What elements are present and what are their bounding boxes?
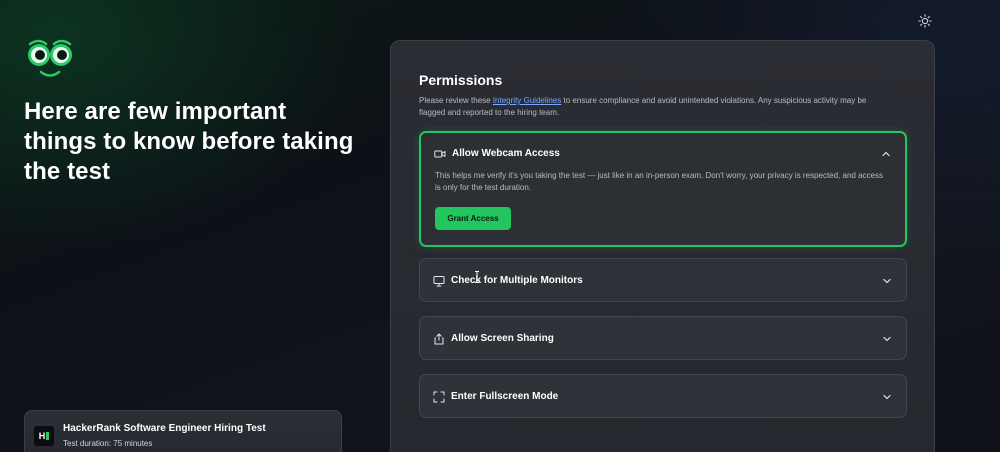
accordion-webcam-access: Allow Webcam Access This helps me verify…	[419, 131, 907, 247]
accordion-monitors-header[interactable]: Check for Multiple Monitors	[420, 259, 906, 303]
webcam-icon	[434, 150, 446, 158]
accordion-fullscreen-mode: Enter Fullscreen Mode	[419, 374, 907, 418]
test-duration: Test duration: 75 minutes	[63, 439, 153, 448]
share-icon	[434, 333, 444, 345]
chevron-up-icon[interactable]	[881, 149, 891, 159]
accordion-fullscreen-header[interactable]: Enter Fullscreen Mode	[420, 375, 906, 419]
accordion-webcam-label: Allow Webcam Access	[452, 148, 560, 159]
grant-access-button[interactable]: Grant Access	[435, 207, 511, 230]
permissions-panel: Permissions Please review these Integrit…	[390, 40, 935, 452]
chevron-down-icon[interactable]	[882, 392, 892, 402]
mascot-logo-icon	[28, 39, 72, 77]
text-cursor-icon	[475, 271, 479, 283]
sun-icon[interactable]	[918, 14, 932, 28]
test-title: HackerRank Software Engineer Hiring Test	[63, 423, 266, 434]
permissions-description: Please review these Integrity Guidelines…	[419, 96, 867, 117]
page-headline: Here are few important things to know be…	[24, 98, 354, 185]
fullscreen-icon	[433, 391, 445, 403]
permissions-title: Permissions	[419, 72, 503, 88]
integrity-guidelines-link[interactable]: Integrity Guidelines	[493, 96, 561, 105]
accordion-sharing-label: Allow Screen Sharing	[451, 333, 554, 344]
test-info-card: H HackerRank Software Engineer Hiring Te…	[24, 410, 342, 452]
accordion-sharing-header[interactable]: Allow Screen Sharing	[420, 317, 906, 361]
accordion-multiple-monitors: Check for Multiple Monitors	[419, 258, 907, 302]
chevron-down-icon[interactable]	[882, 334, 892, 344]
accordion-fullscreen-label: Enter Fullscreen Mode	[451, 391, 559, 402]
accordion-webcam-body: This helps me verify it's you taking the…	[435, 171, 883, 192]
accordion-screen-sharing: Allow Screen Sharing	[419, 316, 907, 360]
hackerrank-logo-icon: H	[34, 426, 54, 446]
monitor-icon	[433, 276, 445, 287]
accordion-monitors-label: Check for Multiple Monitors	[451, 275, 583, 286]
chevron-down-icon[interactable]	[882, 276, 892, 286]
